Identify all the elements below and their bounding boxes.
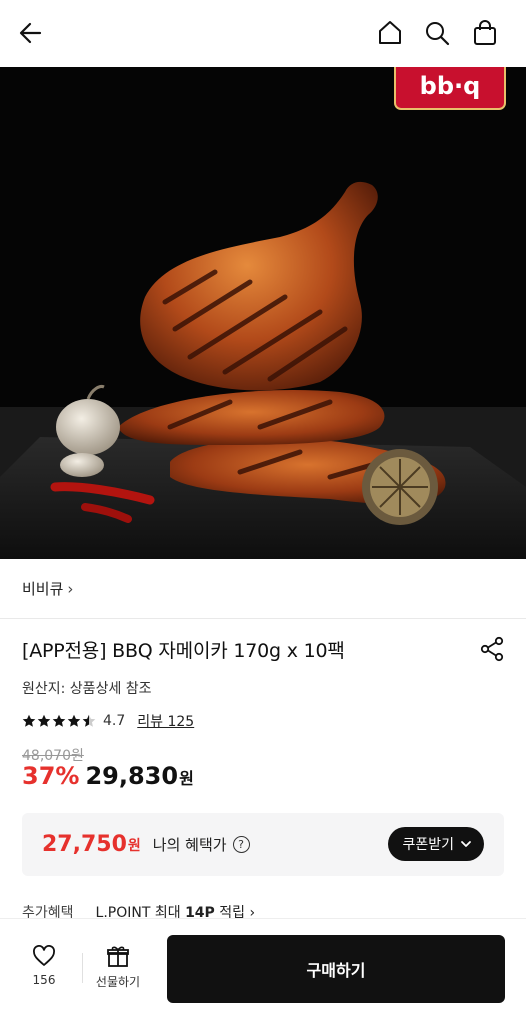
app-header	[0, 0, 526, 67]
price-row: 37% 29,830 원	[22, 762, 194, 790]
bottom-action-bar: 156 선물하기 구매하기	[0, 918, 526, 1024]
product-image[interactable]: bb·q	[0, 67, 526, 559]
benefit-box: 27,750 원 나의 혜택가 ? 쿠폰받기	[22, 813, 504, 876]
buy-button[interactable]: 구매하기	[167, 935, 505, 1003]
arrow-left-icon	[19, 22, 42, 44]
review-link[interactable]: 리뷰 125	[137, 711, 194, 731]
gift-button[interactable]: 선물하기	[92, 945, 144, 990]
home-button[interactable]	[375, 18, 405, 48]
heart-icon	[33, 945, 55, 966]
share-icon	[480, 636, 504, 662]
brand-logo-text: bb·q	[420, 72, 481, 100]
gift-icon	[107, 946, 129, 967]
chevron-down-icon	[461, 841, 471, 847]
search-icon	[426, 22, 450, 46]
star-icon	[67, 714, 81, 727]
sale-price-unit: 원	[179, 769, 194, 788]
home-icon	[379, 21, 401, 44]
brand-link[interactable]: 비비큐 ›	[0, 559, 526, 619]
origin-info: 원산지: 상품상세 참조	[22, 681, 152, 697]
rating-stars	[22, 714, 96, 728]
star-icon	[22, 714, 36, 727]
star-icon	[52, 714, 66, 727]
chevron-right-icon: ›	[67, 579, 74, 598]
brand-logo: bb·q	[394, 67, 506, 110]
benefit-price-unit: 원	[127, 837, 141, 854]
search-button[interactable]	[422, 18, 452, 48]
star-half-icon	[82, 714, 96, 727]
star-icon	[37, 714, 51, 727]
benefit-label: 나의 혜택가	[152, 836, 227, 854]
brand-name: 비비큐	[22, 580, 64, 598]
sale-price: 29,830	[85, 762, 179, 790]
share-button[interactable]	[478, 635, 506, 663]
product-title: [APP전용] BBQ 자메이카 170g x 10팩	[22, 639, 345, 662]
discount-rate: 37%	[22, 762, 80, 790]
rating-value: 4.7	[103, 713, 126, 729]
gift-label: 선물하기	[95, 975, 141, 989]
coupon-button[interactable]: 쿠폰받기	[388, 827, 484, 861]
cart-button[interactable]	[470, 18, 500, 48]
like-button[interactable]: 156	[22, 945, 66, 987]
divider	[82, 953, 83, 983]
benefit-price: 27,750	[42, 832, 127, 857]
help-icon[interactable]: ?	[232, 836, 250, 853]
back-button[interactable]	[16, 18, 46, 48]
like-count: 156	[32, 973, 56, 987]
coupon-button-label: 쿠폰받기	[402, 837, 454, 853]
shopping-bag-icon	[474, 20, 496, 45]
product-title-row: [APP전용] BBQ 자메이카 170g x 10팩	[22, 634, 506, 664]
rating-row: 4.7 리뷰 125	[22, 711, 194, 731]
